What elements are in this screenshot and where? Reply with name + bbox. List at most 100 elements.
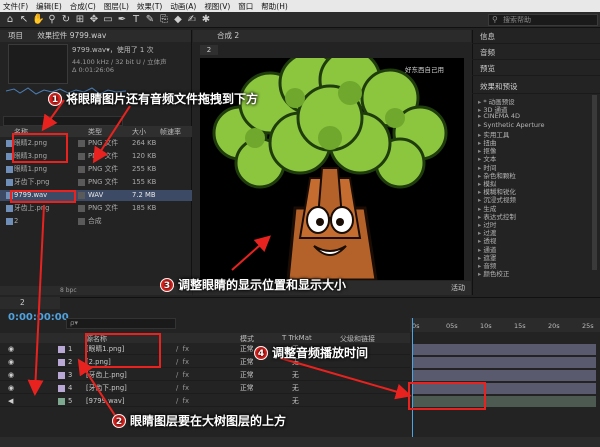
label-swatch[interactable] [78, 153, 85, 160]
layer-mode[interactable]: 正常 [240, 357, 254, 368]
layer-label-color[interactable] [58, 359, 65, 366]
layer-row[interactable]: ◉ 4 [牙齿下.png] / fx 正常 无 [0, 383, 410, 394]
project-row[interactable]: 眼睛1.png PNG 文件 255 KB [0, 164, 192, 175]
effects-presets-panel[interactable]: 效果和预设 [472, 80, 600, 94]
audio-panel[interactable]: 音频 [472, 46, 600, 60]
layer-name[interactable]: [牙齿上.png] [86, 370, 127, 381]
hand-tool-icon[interactable]: ✋ [32, 14, 44, 26]
project-row[interactable]: 牙齿上.png PNG 文件 185 KB [0, 203, 192, 214]
col-mode[interactable]: 模式 [240, 334, 254, 344]
menu-window[interactable]: 窗口 [238, 1, 253, 12]
menu-effect[interactable]: 效果(T) [137, 1, 162, 12]
label-swatch[interactable] [78, 218, 85, 225]
zoom-tool-icon[interactable]: ⚲ [46, 14, 58, 26]
timeline-search-input[interactable]: ρ▾ [66, 318, 176, 329]
audio-speaker-icon[interactable]: ◀ [8, 396, 13, 407]
menu-layer[interactable]: 图层(L) [104, 1, 129, 12]
composition-sub-tab[interactable]: 2 [200, 45, 218, 55]
layer-label-color[interactable] [58, 398, 65, 405]
layer-name[interactable]: [9799.wav] [86, 396, 125, 407]
layer-mode[interactable]: 正常 [240, 344, 254, 355]
puppet-tool-icon[interactable]: ✱ [200, 14, 212, 26]
pen-tool-icon[interactable]: ✒ [116, 14, 128, 26]
layer-switches[interactable]: / fx [176, 370, 189, 381]
layer-switches[interactable]: / fx [176, 344, 189, 355]
pan-behind-tool-icon[interactable]: ✥ [88, 14, 100, 26]
brush-tool-icon[interactable]: ✎ [144, 14, 156, 26]
visibility-eye-icon[interactable]: ◉ [8, 344, 14, 355]
label-swatch[interactable] [78, 179, 85, 186]
col-size[interactable]: 大小 [132, 127, 146, 137]
layer-duration-bar[interactable] [412, 370, 596, 381]
layer-trkmat[interactable]: 无 [292, 396, 299, 407]
col-trkmat[interactable]: T TrkMat [282, 334, 312, 342]
help-search-input[interactable]: ⚲ 搜索帮助 [488, 14, 598, 26]
label-swatch[interactable] [78, 166, 85, 173]
visibility-eye-icon[interactable]: ◉ [8, 357, 14, 368]
menu-help[interactable]: 帮助(H) [261, 1, 288, 12]
composition-tab[interactable]: 合成 2 [193, 30, 471, 42]
layer-row[interactable]: ◀ 5 [9799.wav] / fx 无 [0, 396, 410, 407]
col-parent[interactable]: 父级和链接 [340, 334, 375, 344]
effect-category-item[interactable]: 颜色校正 [478, 268, 509, 278]
project-row-name: 2 [14, 217, 19, 225]
type-tool-icon[interactable]: T [130, 14, 142, 26]
project-row[interactable]: 牙齿下.png PNG 文件 155 KB [0, 177, 192, 188]
timeline-tab[interactable]: 2 [0, 297, 60, 309]
label-swatch[interactable] [78, 205, 85, 212]
project-row-type: 合成 [88, 217, 102, 225]
layer-duration-bar[interactable] [412, 357, 596, 368]
menu-view[interactable]: 视图(V) [204, 1, 230, 12]
layer-mode[interactable]: 正常 [240, 383, 254, 394]
time-ruler[interactable] [410, 318, 600, 332]
effect-category-item[interactable]: CINEMA 4D [478, 112, 520, 120]
visibility-eye-icon[interactable]: ◉ [8, 370, 14, 381]
info-panel[interactable]: 信息 [472, 30, 600, 44]
current-timecode[interactable]: 0:00:00:00 [8, 312, 69, 323]
layer-name[interactable]: [牙齿下.png] [86, 383, 127, 394]
layer-switches[interactable]: / fx [176, 383, 189, 394]
layer-number: 2 [68, 358, 73, 366]
label-swatch[interactable] [78, 140, 85, 147]
layer-trkmat[interactable]: 无 [292, 383, 299, 394]
visibility-eye-icon[interactable]: ◉ [8, 383, 14, 394]
layer-mode[interactable]: 正常 [240, 370, 254, 381]
effect-controls-tab[interactable]: 效果控件 9799.wav [37, 31, 106, 40]
effects-scrollbar[interactable] [592, 95, 597, 270]
clone-tool-icon[interactable]: ⎘ [158, 14, 170, 26]
project-row-name: 牙齿上.png [14, 204, 50, 212]
layer-row[interactable]: ◉ 3 [牙齿上.png] / fx 正常 无 [0, 370, 410, 381]
eraser-tool-icon[interactable]: ◆ [172, 14, 184, 26]
menu-composition[interactable]: 合成(C) [70, 1, 96, 12]
menu-file[interactable]: 文件(F) [3, 1, 28, 12]
home-icon[interactable]: ⌂ [4, 14, 16, 26]
bpc-label[interactable]: 8 bpc [60, 287, 77, 294]
project-row[interactable]: 2 合成 [0, 216, 192, 227]
search-icon: ⚲ [492, 15, 498, 24]
project-tab[interactable]: 项目 [8, 31, 23, 40]
layer-label-color[interactable] [58, 372, 65, 379]
layer-switches[interactable]: / fx [176, 396, 189, 407]
layer-label-color[interactable] [58, 385, 65, 392]
menu-edit[interactable]: 编辑(E) [36, 1, 62, 12]
layer-trkmat[interactable]: 无 [292, 370, 299, 381]
layer-duration-bar[interactable] [412, 344, 596, 355]
mask-tool-icon[interactable]: ▭ [102, 14, 114, 26]
selection-tool-icon[interactable]: ↖ [18, 14, 30, 26]
layer-switches[interactable]: / fx [176, 357, 189, 368]
project-search-input[interactable] [3, 116, 123, 126]
camera-tool-icon[interactable]: ⊞ [74, 14, 86, 26]
project-row-type: WAV [88, 191, 104, 199]
label-swatch[interactable] [78, 192, 85, 199]
menu-animation[interactable]: 动画(A) [170, 1, 196, 12]
col-type[interactable]: 类型 [88, 127, 102, 137]
col-fps[interactable]: 帧速率 [160, 127, 181, 137]
rotate-tool-icon[interactable]: ↻ [60, 14, 72, 26]
roto-tool-icon[interactable]: ✍ [186, 14, 198, 26]
project-row-name: 眼睛1.png [14, 165, 48, 173]
playhead[interactable] [412, 318, 413, 443]
preview-panel[interactable]: 预览 [472, 62, 600, 76]
layer-label-color[interactable] [58, 346, 65, 353]
active-camera-label[interactable]: 活动 [451, 281, 465, 295]
effect-category-item[interactable]: Synthetic Aperture [478, 121, 544, 129]
